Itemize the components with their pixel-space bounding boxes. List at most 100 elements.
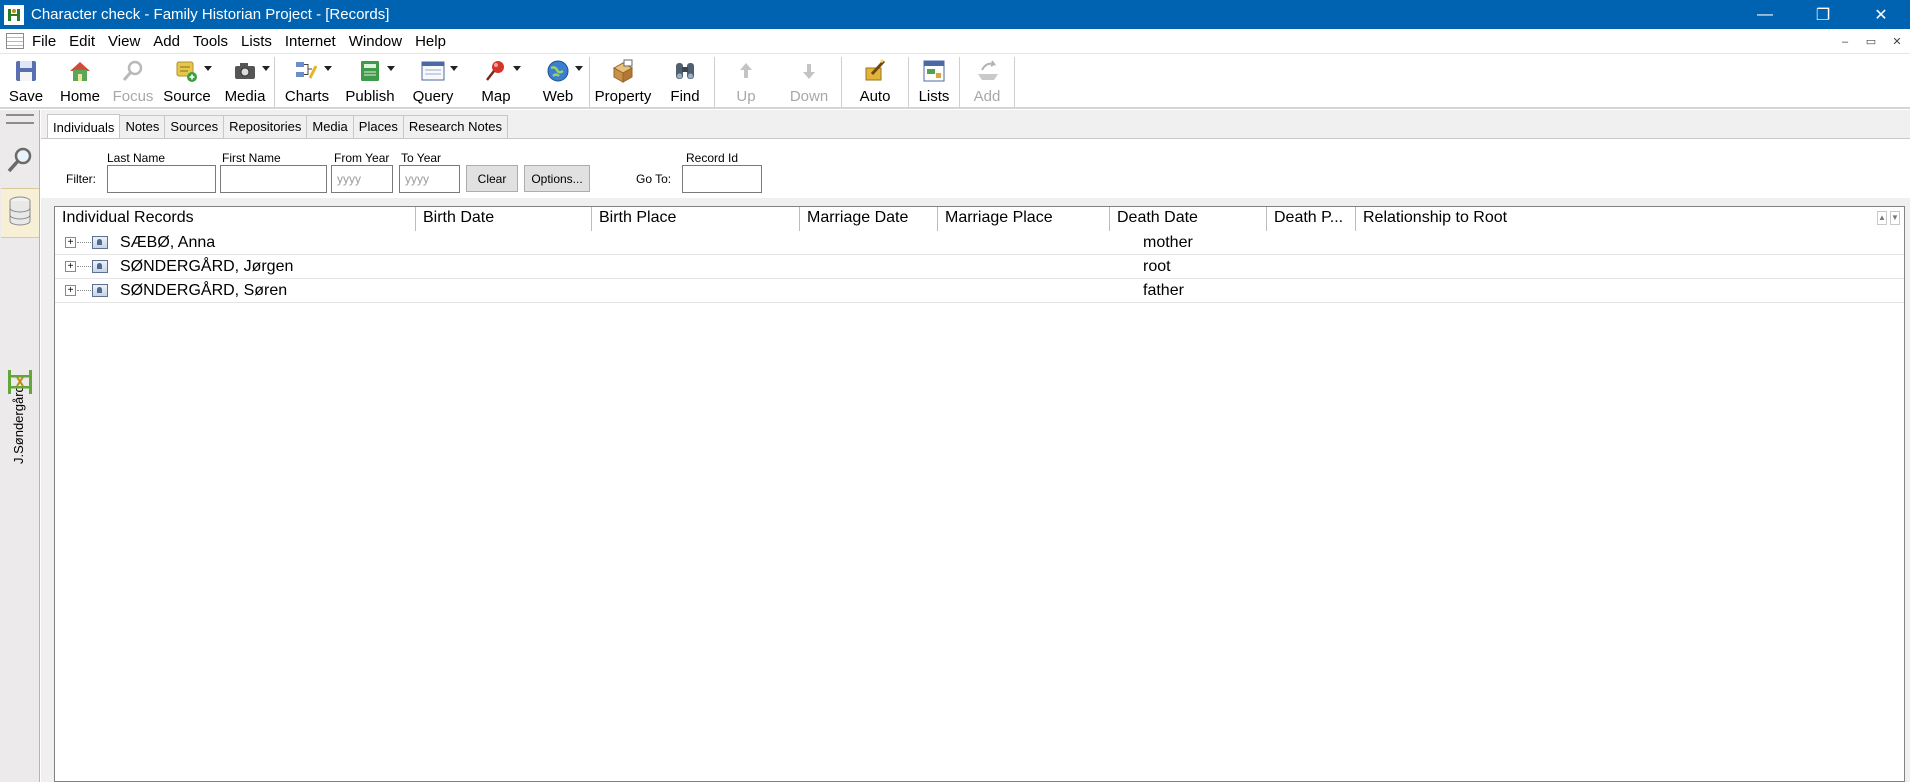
title-bar: Character check - Family Historian Proje… — [0, 0, 1910, 29]
to-year-input[interactable]: yyyy — [399, 165, 460, 193]
charts-button[interactable]: Charts — [275, 54, 339, 109]
record-id-input[interactable] — [682, 165, 762, 193]
from-year-input[interactable]: yyyy — [331, 165, 393, 193]
publish-button[interactable]: Publish — [339, 54, 401, 109]
map-dropdown-arrow-icon[interactable] — [513, 66, 521, 71]
save-button[interactable]: Save — [0, 54, 52, 109]
menu-add[interactable]: Add — [153, 33, 180, 50]
query-dropdown-arrow-icon[interactable] — [450, 66, 458, 71]
family-tree-app-icon — [4, 4, 24, 25]
column-header-death-date[interactable]: Death Date — [1110, 207, 1267, 231]
charts-dropdown-arrow-icon[interactable] — [324, 66, 332, 71]
individual-record-icon — [92, 284, 108, 297]
tab-repositories[interactable]: Repositories — [223, 115, 308, 138]
expand-plus-icon[interactable]: + — [65, 237, 76, 248]
mdi-restore-button[interactable]: ▭ — [1858, 35, 1884, 48]
menu-help[interactable]: Help — [415, 33, 446, 50]
map-button[interactable]: Map — [465, 54, 527, 109]
expand-plus-icon[interactable]: + — [65, 285, 76, 296]
menu-internet[interactable]: Internet — [285, 33, 336, 50]
column-header-marriage-date[interactable]: Marriage Date — [800, 207, 938, 231]
table-row[interactable]: + SØNDERGÅRD, Jørgen root — [55, 255, 1904, 279]
find-button[interactable]: Find — [656, 54, 714, 109]
grid-header: Individual Records Birth Date Birth Plac… — [55, 207, 1904, 231]
query-button[interactable]: Query — [401, 54, 465, 109]
web-button[interactable]: Web — [527, 54, 589, 109]
goto-label: Go To: — [636, 172, 672, 186]
tab-individuals[interactable]: Individuals — [47, 114, 121, 139]
sort-descending-icon[interactable]: ▼ — [1890, 211, 1900, 225]
globe-icon — [545, 58, 583, 84]
column-header-death-place[interactable]: Death P... — [1267, 207, 1356, 231]
menu-window[interactable]: Window — [349, 33, 402, 50]
column-header-relationship-to-root[interactable]: Relationship to Root — [1356, 207, 1904, 231]
property-button[interactable]: Property — [590, 54, 656, 109]
column-header-individual-records[interactable]: Individual Records — [55, 207, 416, 231]
find-label: Find — [670, 88, 700, 105]
column-header-marriage-place[interactable]: Marriage Place — [938, 207, 1110, 231]
record-id-label: Record Id — [686, 151, 739, 165]
up-button[interactable]: Up — [715, 54, 777, 109]
relationship-value: mother — [1143, 233, 1193, 251]
media-dropdown-arrow-icon[interactable] — [262, 66, 270, 71]
window-title: Character check - Family Historian Proje… — [31, 6, 390, 23]
menu-file[interactable]: File — [32, 33, 56, 50]
family-tree-view-button[interactable] — [1, 364, 39, 404]
down-button[interactable]: Down — [777, 54, 841, 109]
lists-button[interactable]: Lists — [909, 54, 959, 109]
up-label: Up — [736, 88, 756, 105]
clear-button[interactable]: Clear — [466, 165, 518, 192]
tree-connector — [77, 266, 91, 267]
menu-tools[interactable]: Tools — [193, 33, 228, 50]
menu-lists[interactable]: Lists — [241, 33, 272, 50]
media-label: Media — [224, 88, 266, 105]
sidebar-grip[interactable] — [6, 114, 34, 124]
from-year-label: From Year — [334, 151, 390, 165]
focus-button[interactable]: Focus — [108, 54, 158, 109]
auto-button[interactable]: Auto — [842, 54, 908, 109]
publish-label: Publish — [345, 88, 395, 105]
media-button[interactable]: Media — [216, 54, 274, 109]
add-button[interactable]: Add — [960, 54, 1014, 109]
table-row[interactable]: + SÆBØ, Anna mother — [55, 231, 1904, 255]
camera-icon — [232, 58, 270, 84]
tab-sources[interactable]: Sources — [164, 115, 225, 138]
minimize-button[interactable]: — — [1736, 0, 1794, 29]
down-label: Down — [789, 88, 829, 105]
tab-media[interactable]: Media — [306, 115, 354, 138]
sort-ascending-icon[interactable]: ▲ — [1877, 211, 1887, 225]
close-button[interactable]: ✕ — [1852, 0, 1910, 29]
column-header-birth-place[interactable]: Birth Place — [592, 207, 800, 231]
first-name-label: First Name — [222, 151, 281, 165]
last-name-input[interactable] — [107, 165, 216, 193]
binoculars-icon — [672, 58, 698, 84]
source-button[interactable]: Source — [158, 54, 216, 109]
menu-bar: File Edit View Add Tools Lists Internet … — [0, 29, 1910, 54]
property-label: Property — [594, 88, 652, 105]
document-icon[interactable] — [6, 33, 24, 49]
menu-edit[interactable]: Edit — [69, 33, 95, 50]
options-button[interactable]: Options... — [524, 165, 590, 192]
source-dropdown-arrow-icon[interactable] — [204, 66, 212, 71]
mdi-minimize-button[interactable]: – — [1832, 36, 1858, 48]
auto-wand-icon — [862, 58, 888, 84]
column-header-birth-date[interactable]: Birth Date — [416, 207, 592, 231]
web-dropdown-arrow-icon[interactable] — [575, 66, 583, 71]
tab-notes[interactable]: Notes — [119, 115, 166, 138]
tree-connector — [77, 290, 91, 291]
table-row[interactable]: + SØNDERGÅRD, Søren father — [55, 279, 1904, 303]
last-name-label: Last Name — [107, 151, 166, 165]
focus-window-button[interactable] — [1, 142, 39, 182]
menu-view[interactable]: View — [108, 33, 140, 50]
publish-dropdown-arrow-icon[interactable] — [387, 66, 395, 71]
tab-places[interactable]: Places — [352, 115, 404, 138]
tab-research-notes[interactable]: Research Notes — [402, 115, 509, 138]
individual-record-icon — [92, 260, 108, 273]
first-name-input[interactable] — [220, 165, 327, 193]
floppy-disk-icon — [13, 58, 39, 84]
expand-plus-icon[interactable]: + — [65, 261, 76, 272]
restore-button[interactable]: ❐ — [1794, 0, 1852, 29]
mdi-close-button[interactable]: ✕ — [1884, 35, 1910, 48]
home-button[interactable]: Home — [52, 54, 108, 109]
records-window-button[interactable] — [1, 188, 39, 238]
